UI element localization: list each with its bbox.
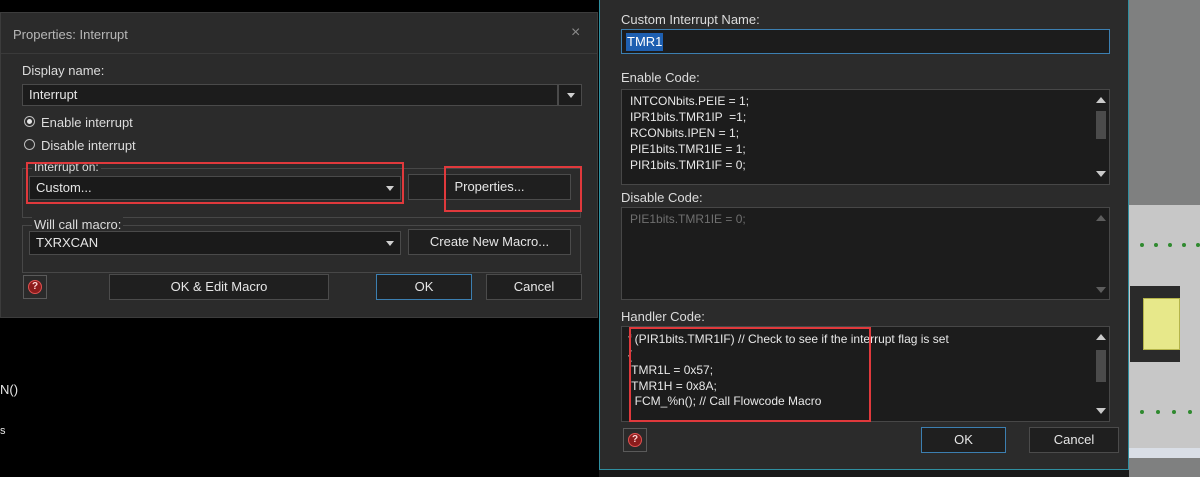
scroll-down-icon[interactable] [1096, 408, 1106, 414]
cancel-button[interactable]: Cancel [486, 274, 582, 300]
pin-dot [1182, 243, 1186, 247]
chevron-down-icon [386, 241, 394, 246]
enable-code-label: Enable Code: [621, 70, 700, 85]
cancel-button[interactable]: Cancel [1029, 427, 1119, 453]
help-button[interactable]: ? [623, 428, 647, 452]
help-icon: ? [28, 280, 42, 294]
pin-dot [1140, 243, 1144, 247]
create-new-macro-button[interactable]: Create New Macro... [408, 229, 571, 255]
code-line: TMR1H = 0x8A; [628, 379, 717, 393]
pin-dot [1196, 243, 1200, 247]
ok-button[interactable]: OK [921, 427, 1006, 453]
dialog-title: Properties: Interrupt [13, 27, 128, 42]
will-call-macro-select[interactable]: TXRXCAN [29, 231, 401, 255]
enable-interrupt-radio[interactable] [24, 116, 35, 127]
pin-dot [1188, 410, 1192, 414]
properties-interrupt-dialog: Properties: Interrupt × Display name: In… [0, 12, 598, 318]
code-line: f (PIR1bits.TMR1IF) // Check to see if t… [628, 332, 949, 346]
scroll-up-icon[interactable] [1096, 97, 1106, 103]
display-name-dropdown-button[interactable] [558, 84, 582, 106]
scroll-down-icon [1096, 287, 1106, 293]
background-code-fragment: N() [0, 382, 19, 397]
chevron-down-icon [386, 186, 394, 191]
scrollbar [1094, 209, 1108, 298]
scroll-thumb[interactable] [1096, 350, 1106, 382]
disable-code-label: Disable Code: [621, 190, 703, 205]
close-icon[interactable]: × [571, 24, 580, 42]
custom-interrupt-name-field[interactable]: TMR1 [621, 29, 1110, 54]
custom-interrupt-dialog: Custom Interrupt Name: TMR1 Enable Code:… [599, 0, 1129, 470]
disable-interrupt-label[interactable]: Disable interrupt [41, 138, 136, 153]
scroll-down-icon[interactable] [1096, 171, 1106, 177]
scroll-thumb[interactable] [1096, 111, 1106, 139]
pin-dot [1168, 243, 1172, 247]
chevron-down-icon [567, 93, 575, 98]
background-code-fragment: s [0, 425, 6, 437]
background-strip-bottom [599, 470, 1129, 477]
pin-dot [1154, 243, 1158, 247]
code-line: PIR1bits.TMR1IF = 0; [630, 158, 746, 172]
scroll-up-icon[interactable] [1096, 334, 1106, 340]
display-name-field[interactable]: Interrupt [22, 84, 558, 106]
ok-button[interactable]: OK [376, 274, 472, 300]
scroll-up-icon [1096, 215, 1106, 221]
code-line: INTCONbits.PEIE = 1; [630, 94, 750, 108]
enable-code-editor[interactable]: INTCONbits.PEIE = 1; IPR1bits.TMR1IP =1;… [621, 89, 1110, 185]
handler-code-label: Handler Code: [621, 309, 705, 324]
selected-text: TMR1 [626, 33, 664, 51]
enable-interrupt-label[interactable]: Enable interrupt [41, 115, 133, 130]
display-name-label: Display name: [22, 63, 105, 78]
scrollbar[interactable] [1094, 91, 1108, 183]
code-line: TMR1L = 0x57; [628, 363, 714, 377]
code-line: RCONbits.IPEN = 1; [630, 126, 740, 140]
handler-code-editor[interactable]: f (PIR1bits.TMR1IF) // Check to see if t… [621, 326, 1110, 422]
dialog-titlebar: Properties: Interrupt × [1, 13, 597, 54]
background-strip [1129, 448, 1200, 458]
pin-dot [1172, 410, 1176, 414]
disable-interrupt-radio[interactable] [24, 139, 35, 150]
chip-display [1143, 298, 1180, 350]
code-line: FCM_%n(); // Call Flowcode Macro [628, 394, 822, 408]
disable-code-editor[interactable]: PIE1bits.TMR1IE = 0; [621, 207, 1110, 300]
code-line: { [628, 348, 633, 362]
code-line: PIE1bits.TMR1IE = 0; [630, 212, 746, 226]
pin-dot [1156, 410, 1160, 414]
scrollbar[interactable] [1094, 328, 1108, 420]
code-line: IPR1bits.TMR1IP =1; [630, 110, 747, 124]
code-line: PIE1bits.TMR1IE = 1; [630, 142, 746, 156]
custom-interrupt-name-label: Custom Interrupt Name: [621, 12, 760, 27]
ok-edit-macro-button[interactable]: OK & Edit Macro [109, 274, 329, 300]
properties-button[interactable]: Properties... [408, 174, 571, 200]
help-icon: ? [628, 433, 642, 447]
will-call-macro-label: Will call macro: [32, 217, 124, 232]
pin-dot [1140, 410, 1144, 414]
interrupt-on-select[interactable]: Custom... [29, 176, 401, 200]
help-button[interactable]: ? [23, 275, 47, 299]
interrupt-on-label: Interrupt on: [32, 160, 101, 174]
